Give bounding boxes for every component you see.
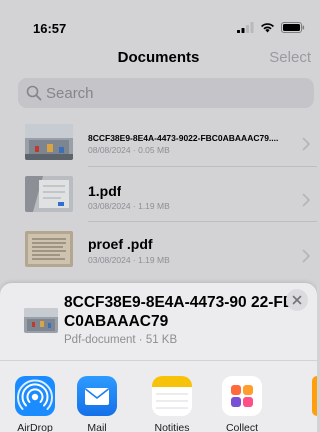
files-app-screen: 16:57 Documents Select Search 8CCF38E9-8… [0,0,317,432]
share-app-notes[interactable]: Notities [142,376,202,432]
file-thumbnail [25,231,73,267]
list-divider [88,221,317,222]
app-label: AirDrop [17,422,53,432]
file-meta: 08/08/2024 · 0.05 MB [88,145,170,155]
file-meta: 03/08/2024 · 1.19 MB [88,201,170,211]
app-label: Collect [225,422,259,432]
file-name: 8CCF38E9-8E4A-4473-9022-FBC0ABAAAC79.... [88,133,279,143]
status-icons [237,22,305,33]
app-label: Mail [87,422,107,432]
search-input[interactable]: Search [18,78,314,108]
collect-icon [222,376,262,416]
close-icon [292,295,302,305]
wifi-icon [261,23,274,33]
list-divider [88,166,317,167]
chevron-right-icon [302,193,310,207]
chevron-right-icon [302,137,310,151]
chevron-right-icon [302,249,310,263]
cellular-signal-icon [237,22,254,33]
share-app-mail[interactable]: Mail [67,376,127,432]
file-name: proef .pdf [88,236,153,252]
file-meta: 03/08/2024 · 1.19 MB [88,255,170,265]
search-placeholder: Search [46,84,94,102]
share-app-collect[interactable]: Collect [212,376,272,432]
search-icon [26,85,42,101]
share-file-thumbnail [24,308,58,333]
close-button[interactable] [286,289,308,311]
share-app-airdrop[interactable]: AirDrop [5,376,65,432]
airdrop-icon [15,376,55,416]
share-sheet: 8CCF38E9-8E4A-4473-90 22-FBC0ABAAAC79 Pd… [0,283,317,432]
file-thumbnail [25,176,73,212]
file-row[interactable]: proef .pdf 03/08/2024 · 1.19 MB [0,229,317,282]
mail-icon [77,376,117,416]
notes-icon [152,376,192,416]
share-app-partial[interactable] [312,376,317,416]
share-file-subtitle: Pdf-document · 51 KB [64,334,178,346]
sheet-divider [0,360,317,361]
share-file-title: 8CCF38E9-8E4A-4473-90 22-FBC0ABAAAC79 [64,294,295,330]
app-label: Notities [154,422,190,432]
file-row[interactable]: 8CCF38E9-8E4A-4473-9022-FBC0ABAAAC79....… [0,122,317,175]
file-name: 1.pdf [88,183,122,199]
battery-icon [281,22,305,33]
file-row[interactable]: 1.pdf 03/08/2024 · 1.19 MB [0,174,317,227]
select-button[interactable]: Select [269,49,311,66]
file-thumbnail [25,124,73,160]
status-time: 16:57 [33,21,67,36]
